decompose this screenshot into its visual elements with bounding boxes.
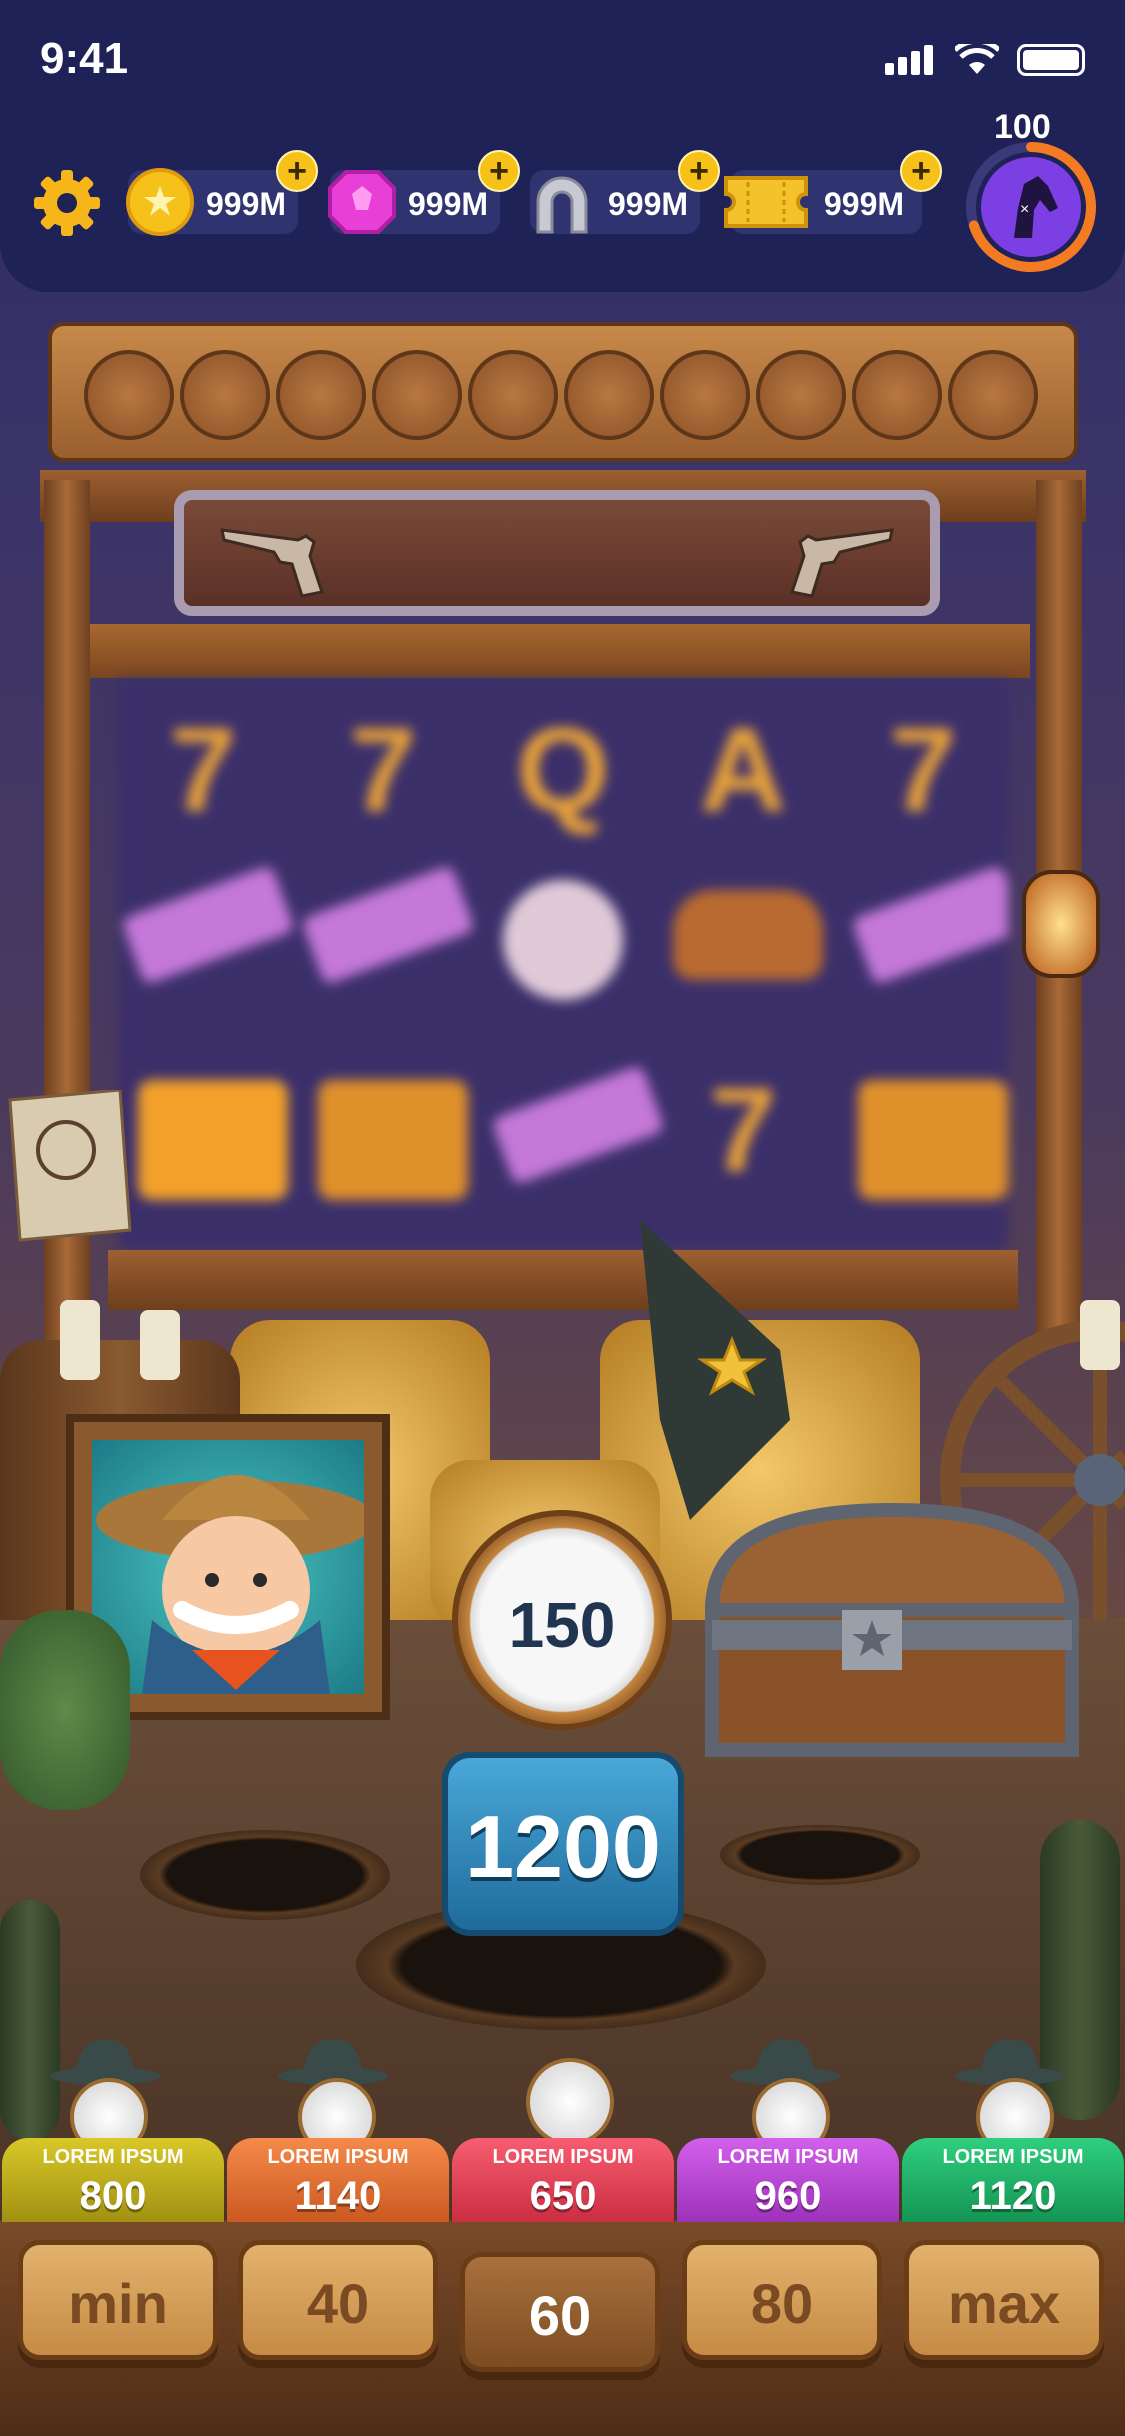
reel-symbol-seven: 7 (889, 703, 957, 837)
add-gems-button[interactable]: + (478, 150, 520, 192)
bet-label: min (68, 2272, 168, 2335)
coin-value: 999M (206, 186, 287, 222)
ticket-balance[interactable]: 999M + (724, 150, 942, 234)
pocket-label: LOREM IPSUM (267, 2146, 409, 2168)
svg-text:×: × (1020, 201, 1029, 218)
pocket-label: LOREM IPSUM (942, 2146, 1084, 2168)
ticket-value: 999M (824, 186, 905, 222)
reel-symbol-gun (850, 864, 1008, 986)
status-icons (885, 44, 1085, 76)
bet-label: max (947, 2272, 1061, 2335)
add-coins-button[interactable]: + (276, 150, 318, 192)
bet-label: 60 (528, 2284, 592, 2347)
reel-symbol-hat (673, 890, 823, 980)
bet-label: 80 (750, 2272, 814, 2335)
bet-max-button[interactable]: max (904, 2240, 1104, 2360)
add-tickets-button[interactable]: + (900, 150, 942, 192)
ground-hole (140, 1830, 390, 1920)
slot-reels: 7 7 Q A 7 7 (118, 680, 1008, 1250)
gem-icon (328, 170, 396, 234)
horseshoe-balance[interactable]: 999M + (530, 150, 720, 234)
bet-label: 40 (306, 2272, 370, 2335)
revolver-icon (790, 528, 894, 598)
level-progress-ring: × (966, 142, 1096, 272)
signal-icon (885, 45, 937, 75)
reel-symbol-bar (858, 1080, 1008, 1200)
revolver-icon (220, 528, 324, 598)
horseshoe-value: 999M (608, 186, 689, 222)
pocket-value: 650 (529, 2174, 597, 2218)
gem-value: 999M (408, 186, 489, 222)
prize-pocket: LOREM IPSUM 960 (677, 2138, 899, 2228)
level-number: 100 (994, 108, 1051, 146)
pocket-label: LOREM IPSUM (717, 2146, 859, 2168)
cactus (0, 1610, 130, 1810)
pocket-label: LOREM IPSUM (42, 2146, 184, 2168)
reel-symbol-seven: 7 (349, 703, 417, 837)
reel-symbol-queen: Q (516, 703, 610, 837)
win-display: 1200 (442, 1752, 684, 1936)
prize-pocket: LOREM IPSUM 800 (2, 2138, 224, 2228)
bet-80-button[interactable]: 80 (682, 2240, 882, 2360)
bonus-value: 150 (508, 1589, 616, 1661)
candle (140, 1310, 180, 1380)
bet-40-button[interactable]: 40 (238, 2240, 438, 2360)
ticket-icon (724, 176, 808, 228)
reel-symbol-bar (138, 1080, 288, 1200)
reel-symbol-skull (503, 880, 623, 1000)
status-time: 9:41 (40, 34, 129, 83)
wifi-icon (955, 44, 999, 74)
battery-icon (1017, 44, 1085, 76)
cactus (0, 1900, 60, 2140)
wanted-poster (8, 1090, 132, 1242)
reel-symbol-seven: 7 (709, 1063, 777, 1197)
pocket-label: LOREM IPSUM (492, 2146, 634, 2168)
prize-pocket: LOREM IPSUM 1140 (227, 2138, 449, 2228)
settings-gear-icon[interactable] (32, 168, 102, 238)
gem-balance[interactable]: 999M + (328, 150, 520, 234)
coin-balance[interactable]: 999M + (126, 150, 318, 236)
reel-symbol-gun (120, 864, 296, 986)
coin-icon (126, 168, 194, 236)
ground-hole (720, 1825, 920, 1885)
bet-min-button[interactable]: min (18, 2240, 218, 2360)
reel-symbol-gun (300, 864, 476, 986)
add-horseshoes-button[interactable]: + (678, 150, 720, 192)
top-wood-board (48, 322, 1078, 462)
bonus-dial: 150 (452, 1510, 672, 1730)
reel-symbol-bar (318, 1080, 468, 1200)
lantern-icon (1022, 870, 1100, 978)
status-bar: 9:41 (0, 0, 1125, 120)
reel-bottom-beam (108, 1250, 1018, 1310)
candle (60, 1300, 100, 1380)
pocket-value: 1120 (969, 2174, 1057, 2218)
prize-pocket: LOREM IPSUM 650 (452, 2138, 674, 2228)
bet-60-button[interactable]: 60 (460, 2252, 660, 2372)
pocket-value: 1140 (294, 2174, 382, 2218)
ball (526, 2058, 614, 2146)
prize-pocket: LOREM IPSUM 1120 (902, 2138, 1124, 2228)
candle (1080, 1300, 1120, 1370)
sheriff-hat-icon (640, 1220, 790, 1520)
player-level-badge[interactable]: 100 × (962, 108, 1100, 276)
reel-symbol-seven: 7 (169, 703, 237, 837)
win-value: 1200 (465, 1797, 661, 1896)
treasure-chest (704, 1502, 1080, 1757)
pocket-value: 800 (79, 2174, 147, 2218)
horseshoe-icon (536, 176, 588, 234)
title-sign (174, 490, 940, 616)
sign-beam (90, 624, 1030, 678)
pocket-value: 960 (754, 2174, 822, 2218)
reel-symbol-gun (490, 1064, 666, 1186)
cowboy-character (96, 1475, 364, 1694)
reel-symbol-ace: A (699, 703, 787, 837)
